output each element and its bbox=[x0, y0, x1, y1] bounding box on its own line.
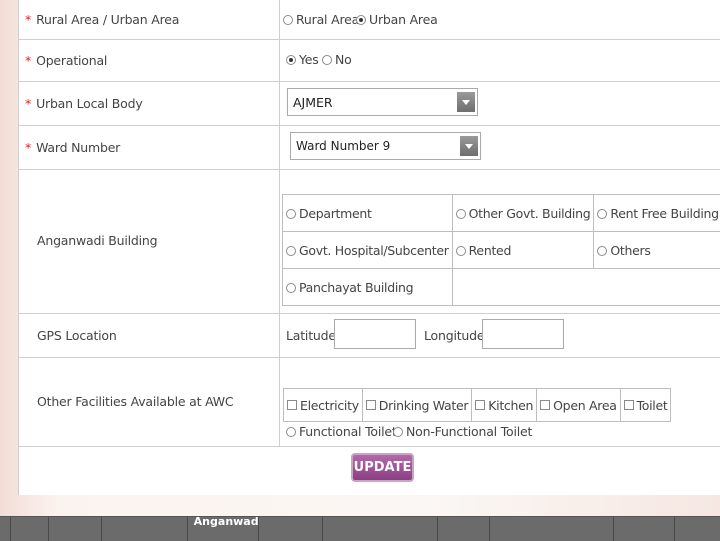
row-ulb: * Urban Local Body AJMER bbox=[19, 82, 720, 126]
table-header-anganwadi: Anganwadi bbox=[188, 517, 259, 541]
latitude-input[interactable] bbox=[334, 319, 416, 349]
building-options-table: Department Other Govt. Building Rent Fre… bbox=[282, 194, 720, 306]
checkbox-electricity[interactable]: Electricity bbox=[284, 389, 363, 421]
latitude-label: Latitude bbox=[286, 328, 336, 343]
ulb-select[interactable]: AJMER bbox=[287, 88, 478, 116]
radio-no[interactable]: No bbox=[322, 52, 352, 67]
checkbox-toilet[interactable]: Toilet bbox=[621, 389, 671, 421]
row-ward: * Ward Number Ward Number 9 bbox=[19, 126, 720, 170]
checkbox-drinking-water[interactable]: Drinking Water bbox=[363, 389, 473, 421]
gps-label: GPS Location bbox=[37, 328, 117, 343]
row-building: Anganwadi Building Department Other Govt… bbox=[19, 170, 720, 314]
longitude-label: Longitude bbox=[424, 328, 485, 343]
radio-checked-icon[interactable] bbox=[286, 55, 296, 65]
checkbox-open-area[interactable]: Open Area bbox=[537, 389, 621, 421]
radio-icon[interactable] bbox=[393, 427, 403, 437]
building-label: Anganwadi Building bbox=[37, 233, 158, 248]
checkbox-kitchen[interactable]: Kitchen bbox=[472, 389, 538, 421]
ward-select[interactable]: Ward Number 9 bbox=[290, 132, 481, 160]
radio-icon[interactable] bbox=[322, 55, 332, 65]
area-label: * Rural Area / Urban Area bbox=[25, 12, 180, 27]
table-header-bar: Anganwadi bbox=[0, 516, 720, 541]
checkbox-icon[interactable] bbox=[623, 400, 634, 410]
radio-icon[interactable] bbox=[455, 245, 466, 256]
row-gps: GPS Location Latitude Longitude bbox=[19, 314, 720, 358]
radio-icon[interactable] bbox=[597, 245, 608, 256]
radio-non-functional-toilet[interactable]: Non-Functional Toilet bbox=[393, 424, 532, 439]
row-operational: * Operational Yes No bbox=[19, 40, 720, 82]
option-panchayat[interactable]: Panchayat Building bbox=[282, 268, 453, 306]
checkbox-icon[interactable] bbox=[475, 400, 486, 410]
radio-urban[interactable]: Urban Area bbox=[356, 12, 438, 27]
chevron-down-icon[interactable] bbox=[457, 92, 475, 112]
radio-icon[interactable] bbox=[286, 208, 296, 219]
option-govt-hospital[interactable]: Govt. Hospital/Subcenter bbox=[282, 231, 453, 269]
radio-icon[interactable] bbox=[286, 427, 296, 437]
longitude-input[interactable] bbox=[482, 319, 564, 349]
ulb-label: * Urban Local Body bbox=[25, 96, 143, 111]
row-area: * Rural Area / Urban Area Rural Area Urba… bbox=[19, 0, 720, 40]
checkbox-icon[interactable] bbox=[287, 400, 297, 410]
awc-form: * Rural Area / Urban Area Rural Area Urba… bbox=[18, 0, 720, 495]
radio-icon[interactable] bbox=[286, 282, 296, 293]
update-button[interactable]: UPDATE bbox=[351, 453, 414, 482]
radio-yes[interactable]: Yes bbox=[286, 52, 319, 67]
option-rented[interactable]: Rented bbox=[451, 231, 595, 269]
ward-label: * Ward Number bbox=[25, 140, 121, 155]
radio-rural[interactable]: Rural Area bbox=[283, 12, 359, 27]
row-facilities: Other Facilities Available at AWC Electr… bbox=[19, 358, 720, 447]
radio-icon[interactable] bbox=[597, 208, 608, 219]
option-others[interactable]: Others bbox=[593, 231, 720, 269]
option-rent-free[interactable]: Rent Free Building bbox=[593, 194, 720, 232]
radio-checked-icon[interactable] bbox=[356, 15, 366, 25]
facilities-label: Other Facilities Available at AWC bbox=[37, 394, 234, 409]
checkbox-icon[interactable] bbox=[540, 400, 551, 410]
radio-icon[interactable] bbox=[283, 15, 293, 25]
radio-icon[interactable] bbox=[455, 208, 466, 219]
radio-icon[interactable] bbox=[286, 245, 296, 256]
option-department[interactable]: Department bbox=[282, 194, 453, 232]
facilities-checkbox-group: Electricity Drinking Water Kitchen Open … bbox=[283, 388, 672, 422]
radio-functional-toilet[interactable]: Functional Toilet bbox=[286, 424, 397, 439]
operational-label: * Operational bbox=[25, 53, 108, 68]
chevron-down-icon[interactable] bbox=[460, 136, 478, 156]
checkbox-icon[interactable] bbox=[365, 400, 376, 410]
option-other-govt[interactable]: Other Govt. Building bbox=[451, 194, 595, 232]
